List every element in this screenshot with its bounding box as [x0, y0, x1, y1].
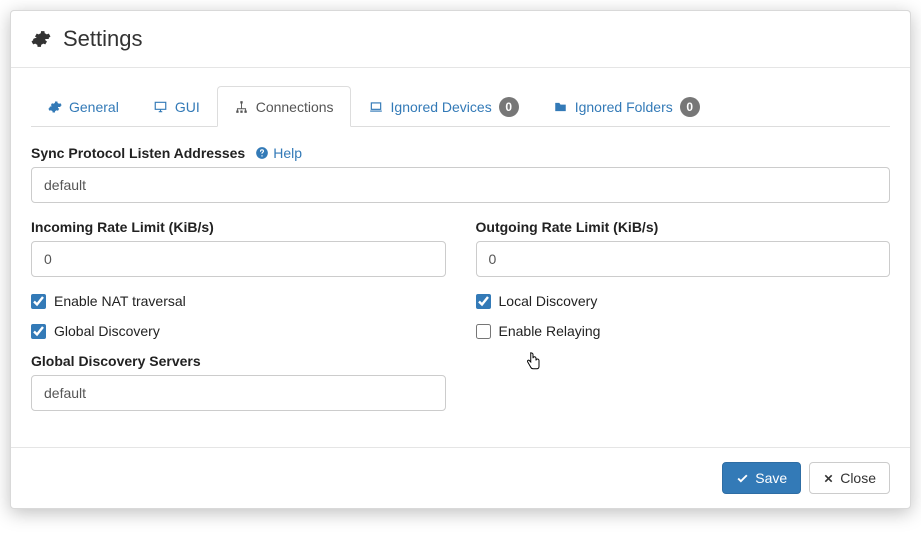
desktop-icon: [153, 100, 168, 114]
checkbox-label: Enable Relaying: [499, 323, 601, 339]
count-badge: 0: [680, 97, 700, 117]
tab-label: GUI: [175, 99, 200, 115]
relaying-checkbox[interactable]: [476, 324, 491, 339]
checkbox-global-discovery[interactable]: Global Discovery: [31, 323, 446, 339]
help-link-label: Help: [273, 145, 302, 161]
field-global-discovery-servers: Global Discovery Servers: [31, 353, 446, 411]
close-button[interactable]: Close: [809, 462, 890, 494]
check-icon: [736, 472, 749, 485]
dialog-title: Settings: [63, 26, 143, 52]
tab-label: Ignored Devices: [391, 99, 492, 115]
tab-ignored-folders[interactable]: Ignored Folders 0: [536, 86, 717, 127]
tab-gui[interactable]: GUI: [136, 86, 217, 127]
nat-checkbox[interactable]: [31, 294, 46, 309]
laptop-icon: [368, 100, 384, 114]
tab-general[interactable]: General: [31, 86, 136, 127]
field-outgoing-rate: Outgoing Rate Limit (KiB/s): [476, 219, 891, 277]
local-discovery-checkbox[interactable]: [476, 294, 491, 309]
field-label: Incoming Rate Limit (KiB/s): [31, 219, 214, 235]
checkbox-label: Local Discovery: [499, 293, 598, 309]
button-label: Save: [755, 470, 787, 486]
checkbox-label: Global Discovery: [54, 323, 160, 339]
checkbox-enable-relaying[interactable]: Enable Relaying: [476, 323, 891, 339]
field-label: Outgoing Rate Limit (KiB/s): [476, 219, 659, 235]
listen-addresses-input[interactable]: [31, 167, 890, 203]
count-badge: 0: [499, 97, 519, 117]
incoming-rate-input[interactable]: [31, 241, 446, 277]
dialog-body: General GUI Connections Ignored Devices: [11, 68, 910, 447]
help-link[interactable]: Help: [255, 145, 302, 161]
cursor-pointer-icon: [524, 351, 542, 373]
tab-connections[interactable]: Connections: [217, 86, 351, 127]
dialog-header: Settings: [11, 11, 910, 68]
folder-icon: [553, 100, 568, 114]
checkbox-nat-traversal[interactable]: Enable NAT traversal: [31, 293, 446, 309]
field-listen-addresses: Sync Protocol Listen Addresses Help: [31, 145, 890, 203]
checkbox-label: Enable NAT traversal: [54, 293, 186, 309]
global-discovery-checkbox[interactable]: [31, 324, 46, 339]
tab-ignored-devices[interactable]: Ignored Devices 0: [351, 86, 536, 127]
sitemap-icon: [234, 100, 249, 114]
gear-icon: [48, 100, 62, 114]
outgoing-rate-input[interactable]: [476, 241, 891, 277]
global-discovery-servers-input[interactable]: [31, 375, 446, 411]
save-button[interactable]: Save: [722, 462, 801, 494]
tab-label: Connections: [256, 99, 334, 115]
tabs: General GUI Connections Ignored Devices: [31, 86, 890, 127]
dialog-footer: Save Close: [11, 447, 910, 508]
tab-label: Ignored Folders: [575, 99, 673, 115]
settings-dialog: Settings General GUI Connections: [10, 10, 911, 509]
field-incoming-rate: Incoming Rate Limit (KiB/s): [31, 219, 446, 277]
question-circle-icon: [255, 146, 269, 160]
field-label: Sync Protocol Listen Addresses: [31, 145, 245, 161]
button-label: Close: [840, 470, 876, 486]
checkbox-local-discovery[interactable]: Local Discovery: [476, 293, 891, 309]
close-icon: [823, 473, 834, 484]
field-label: Global Discovery Servers: [31, 353, 201, 369]
tab-label: General: [69, 99, 119, 115]
gear-icon: [31, 29, 51, 49]
